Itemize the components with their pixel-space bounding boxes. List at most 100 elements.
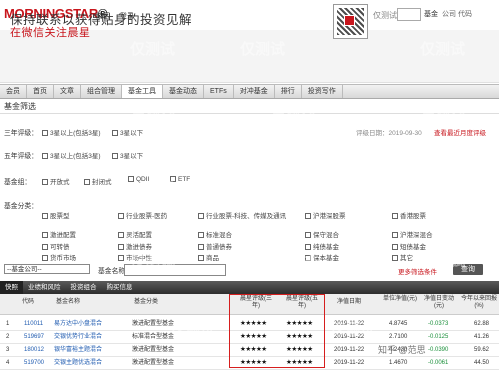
row-index: 4	[6, 360, 10, 366]
rating-date: 评级日期：2019-09-30	[356, 130, 422, 137]
category-option[interactable]: 沪港深混合	[392, 229, 433, 239]
col-unit-nav[interactable]: 单位净值(元)	[383, 296, 417, 303]
category-option[interactable]: 标准混合	[198, 229, 232, 239]
checkbox-icon	[42, 244, 48, 251]
fund-group-label: 基金组：	[4, 179, 32, 186]
fund-name-link[interactable]: 易方达中小盘混合	[54, 318, 102, 330]
watermark-text: 仅测试	[420, 111, 466, 128]
group-open-end-option[interactable]: 开放式	[42, 176, 70, 186]
category-option[interactable]: 行业股票-科技、传媒及通讯	[198, 210, 286, 220]
nav-item-home[interactable]: 首页	[27, 85, 54, 98]
col-ytd-return[interactable]: 今年以来回报(%)	[460, 296, 498, 310]
fund-company-select[interactable]: --基金公司--	[4, 264, 90, 274]
watermark-text: 仅测试	[420, 41, 466, 58]
watermark-text: 仅测试	[270, 111, 316, 128]
nav-item-rankings[interactable]: 排行	[275, 85, 302, 98]
checkbox-icon	[118, 244, 124, 251]
checkbox-icon	[198, 213, 204, 220]
ytd-return: 41.26	[474, 334, 490, 340]
tab-snapshot[interactable]: 快照	[0, 281, 23, 294]
checkbox-icon	[42, 213, 48, 220]
daily-change: -0.0390	[428, 347, 449, 353]
rating3-label: 三年评级：	[4, 130, 38, 137]
col-category[interactable]: 基金分类	[134, 299, 158, 306]
checkbox-icon	[118, 232, 124, 239]
ytd-return: 59.62	[474, 347, 490, 353]
search-hint: 公司 代码	[442, 11, 472, 18]
category-option[interactable]: 货币市场	[42, 252, 76, 262]
banner-subtitle: 在微信关注晨星	[10, 27, 91, 39]
category-option[interactable]: 激进配置	[42, 229, 76, 239]
rating5-above-option[interactable]: 3星以上(包括3星)	[42, 150, 101, 160]
fund-category: 激进配置型基金	[132, 360, 175, 366]
fund-name-link[interactable]: 银华富裕主题混合	[54, 344, 102, 356]
fund-name-link[interactable]: 交银主题优选混合	[54, 357, 102, 369]
col-code[interactable]: 代码	[22, 299, 34, 306]
nav-item-member[interactable]: 会员	[0, 85, 27, 98]
checkbox-icon	[42, 232, 48, 239]
checkbox-icon	[84, 179, 90, 186]
category-option[interactable]: 灵活配置	[118, 229, 152, 239]
col-fund-name[interactable]: 基金名称	[56, 299, 80, 306]
fund-category: 标准混合型基金	[132, 334, 175, 340]
rating3-above-option[interactable]: 3星以上(包括3星)	[42, 127, 101, 137]
watermark-text: 仅测试	[130, 181, 176, 198]
watermark-text: 仅测试	[270, 181, 316, 198]
checkbox-icon	[198, 244, 204, 251]
daily-change: -0.0125	[428, 334, 449, 340]
category-option[interactable]: 其它	[392, 252, 413, 262]
nav-item-fund-tools[interactable]: 基金工具	[122, 85, 163, 98]
nav-date: 2019-11-22	[334, 347, 365, 353]
category-option[interactable]: 股票型	[42, 210, 70, 220]
tab-purchase-info[interactable]: 购买信息	[102, 281, 138, 294]
watermark-text: 仅测试	[270, 253, 316, 270]
checkbox-icon	[118, 255, 124, 262]
watermark-text: 仅测试	[330, 321, 376, 338]
fund-category: 激进配置型基金	[132, 321, 175, 327]
category-option[interactable]: 普通债券	[198, 241, 232, 251]
banner-watermark-text: 仅测试	[373, 11, 397, 20]
daily-change: -0.0061	[428, 360, 449, 366]
unit-nav: 1.4670	[389, 360, 408, 366]
watermark-text: 仅测试	[420, 181, 466, 198]
rating5-below-option[interactable]: 3星以下	[112, 150, 143, 160]
row-index: 2	[6, 334, 10, 340]
category-option[interactable]: 行业股票-医药	[118, 210, 167, 220]
source-watermark: 知乎 @范思	[378, 345, 426, 355]
category-option[interactable]: 商品	[198, 252, 219, 262]
group-closed-end-option[interactable]: 封闭式	[84, 176, 112, 186]
category-option[interactable]: 沪港深股票	[305, 210, 346, 220]
fund-code-link[interactable]: 519697	[24, 331, 44, 343]
row-index: 3	[6, 347, 10, 353]
search-scope-select[interactable]: 基金	[424, 9, 438, 19]
checkbox-icon	[112, 153, 118, 160]
fund-code-link[interactable]: 519700	[24, 357, 44, 369]
nav-item-fund-news[interactable]: 基金动态	[163, 85, 204, 98]
watermark-text: 仅测试	[130, 41, 176, 58]
main-nav: 会员 首页 文章 组合管理 基金工具 基金动态 ETFs 对冲基金 排行 投资写…	[0, 84, 499, 99]
nav-item-etfs[interactable]: ETFs	[204, 85, 234, 98]
fund-category: 激进配置型基金	[132, 347, 175, 353]
watermark-text: 仅测试	[240, 41, 286, 58]
fund-name-label: 基金名称	[98, 268, 126, 275]
nav-item-articles[interactable]: 文章	[54, 85, 81, 98]
tab-portfolio[interactable]: 投资组合	[66, 281, 102, 294]
category-option[interactable]: 保守混合	[305, 229, 339, 239]
nav-item-portfolio[interactable]: 组合管理	[81, 85, 122, 98]
tab-performance-risk[interactable]: 业绩和风险	[23, 281, 66, 294]
checkbox-icon	[392, 232, 398, 239]
category-option[interactable]: 香港股票	[392, 210, 426, 220]
fund-code-link[interactable]: 180012	[24, 344, 44, 356]
nav-item-hedge-funds[interactable]: 对冲基金	[234, 85, 275, 98]
checkbox-icon	[42, 179, 48, 186]
search-input[interactable]	[397, 8, 421, 21]
unit-nav: 4.8745	[389, 321, 408, 327]
checkbox-icon	[392, 244, 398, 251]
fund-code-link[interactable]: 110011	[24, 318, 43, 330]
fund-name-link[interactable]: 交银优势行业混合	[54, 331, 102, 343]
col-daily-change[interactable]: 净值日变动(元)	[420, 296, 458, 310]
nav-item-writing[interactable]: 投资写作	[302, 85, 343, 98]
col-nav-date[interactable]: 净值日期	[337, 299, 361, 306]
nav-date: 2019-11-22	[334, 360, 365, 366]
category-option[interactable]: 可转债	[42, 241, 70, 251]
